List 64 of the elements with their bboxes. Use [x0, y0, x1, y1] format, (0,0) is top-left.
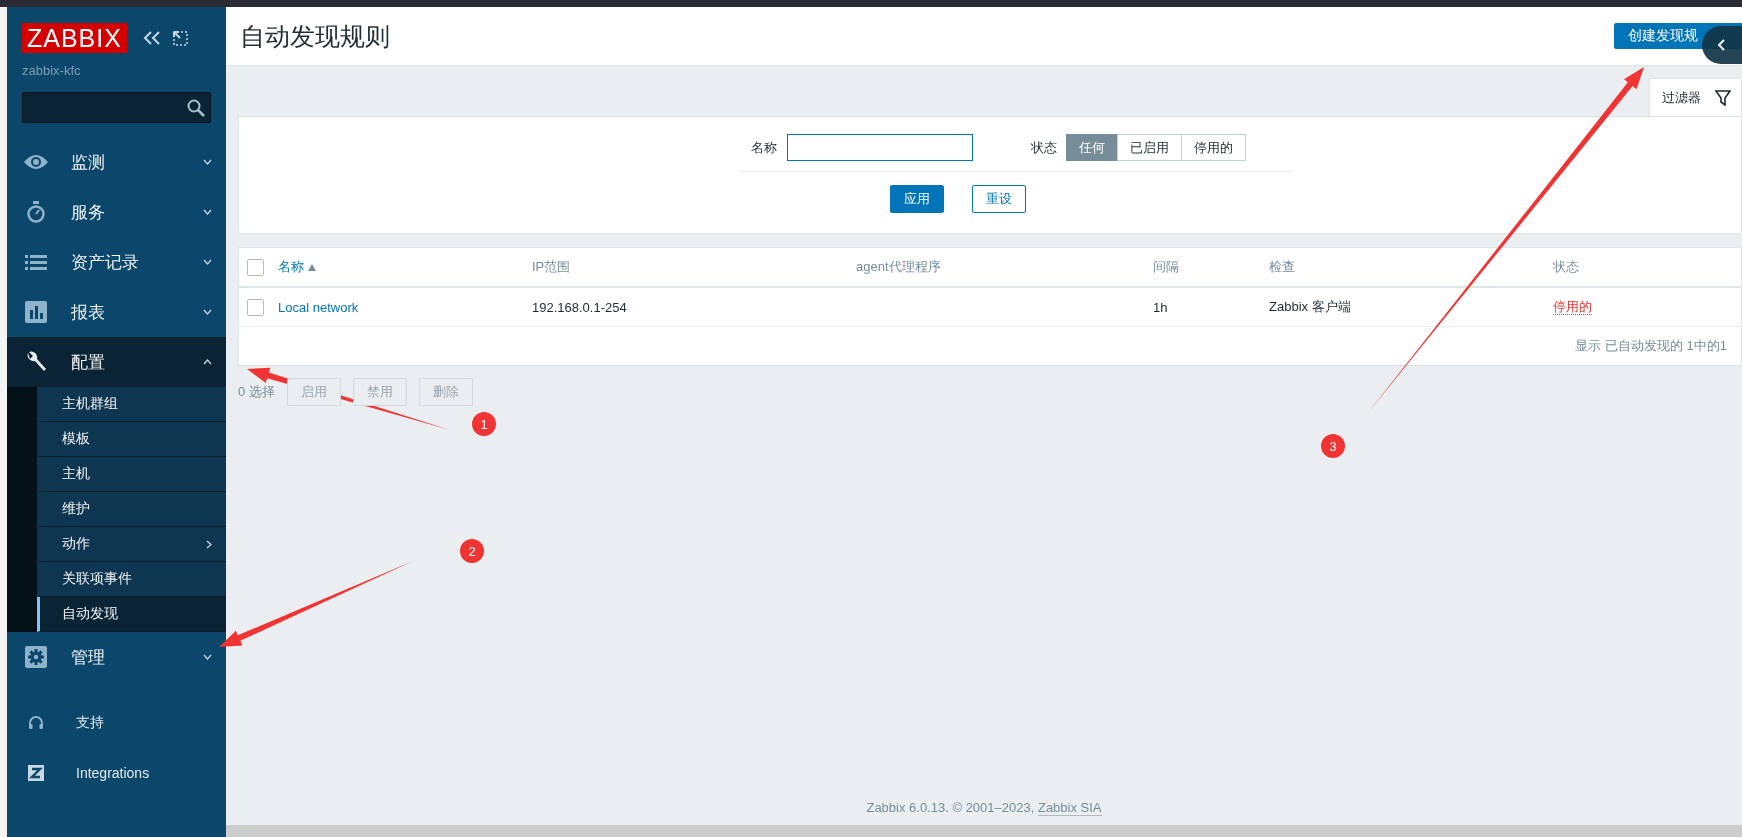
menu-item[interactable]: 管理 — [7, 632, 226, 682]
column-header: 检查 — [1269, 258, 1295, 276]
table-cell: Zabbix 客户端 — [1269, 299, 1351, 314]
horizontal-scrollbar[interactable] — [226, 825, 1742, 837]
menu-item[interactable]: 报表 — [7, 287, 226, 337]
stopwatch-icon — [26, 201, 46, 223]
field-label: 名称 — [751, 138, 777, 157]
reset-button[interactable]: 重设 — [971, 185, 1026, 213]
apply-button[interactable]: 应用 — [889, 185, 944, 213]
search-field[interactable] — [22, 92, 211, 123]
bar-chart-icon — [25, 301, 47, 323]
status-option[interactable]: 已启用 — [1117, 134, 1182, 161]
rule-name-link[interactable]: Local network — [278, 299, 359, 315]
submenu-item[interactable]: 主机群组 — [37, 387, 226, 422]
submenu-item[interactable]: 关联项事件 — [37, 562, 226, 597]
gear-icon — [25, 646, 47, 668]
menu-item[interactable]: 监测 — [7, 137, 226, 187]
search-icon[interactable] — [187, 98, 205, 117]
column-header: 状态 — [1553, 258, 1579, 276]
table-cell: 192.168.0.1-254 — [532, 299, 627, 315]
menu-item[interactable]: Integrations — [7, 748, 226, 798]
field-label: 状态 — [1031, 138, 1057, 157]
wrench-icon — [25, 351, 47, 373]
page-title: 自动发现规则 — [240, 20, 390, 52]
server-name: zabbix-kfc — [22, 63, 82, 78]
filter-tab[interactable]: 过滤器 — [1649, 78, 1742, 116]
submenu-item[interactable]: 模板 — [37, 422, 226, 457]
menu-item[interactable]: 配置 — [7, 337, 226, 387]
submenu-item[interactable]: 维护 — [37, 492, 226, 527]
list-icon — [25, 254, 47, 270]
chevron-icon — [203, 309, 212, 315]
collapse-button[interactable] — [1702, 26, 1742, 64]
name-input-field[interactable] — [787, 134, 973, 161]
chevron-icon — [203, 654, 212, 660]
row-checkbox[interactable] — [247, 298, 264, 316]
z-square-icon — [28, 765, 44, 781]
menu-item[interactable]: 服务 — [7, 187, 226, 237]
selected-count: 0 选择 — [238, 383, 275, 401]
submenu-item[interactable]: 自动发现 — [37, 597, 226, 632]
column-header: IP范围 — [532, 258, 571, 276]
submenu-item[interactable]: 主机 — [37, 457, 226, 492]
column-header: 间隔 — [1153, 258, 1179, 276]
column-header: agent代理程序 — [856, 258, 941, 276]
collapse-sidebar-icon[interactable] — [142, 30, 161, 46]
menu-item[interactable]: 支持 — [7, 698, 226, 748]
eye-icon — [23, 153, 49, 171]
kiosk-mode-icon[interactable] — [172, 30, 188, 46]
sort-ascending-icon — [308, 263, 316, 271]
submenu-item[interactable]: 动作 — [37, 527, 226, 562]
chevron-icon — [203, 209, 212, 215]
select-all-checkbox[interactable] — [247, 258, 264, 276]
chevron-icon — [203, 259, 212, 265]
headset-icon — [28, 715, 44, 731]
chevron-icon — [203, 159, 212, 165]
column-header[interactable]: 名称 — [278, 258, 304, 276]
table-cell: 1h — [1153, 299, 1168, 315]
results-summary: 显示 已自动发现的 1中的1 — [1575, 337, 1727, 355]
zabbix-logo: ZABBIX — [22, 23, 127, 53]
status-option[interactable]: 停用的 — [1181, 134, 1246, 161]
copyright-text: Zabbix 6.0.13. © 2001–2023, — [866, 800, 1035, 815]
chevron-icon — [203, 359, 212, 365]
filter-icon — [1715, 89, 1731, 106]
chevron-icon — [1718, 39, 1726, 51]
menu-item[interactable]: 资产记录 — [7, 237, 226, 287]
